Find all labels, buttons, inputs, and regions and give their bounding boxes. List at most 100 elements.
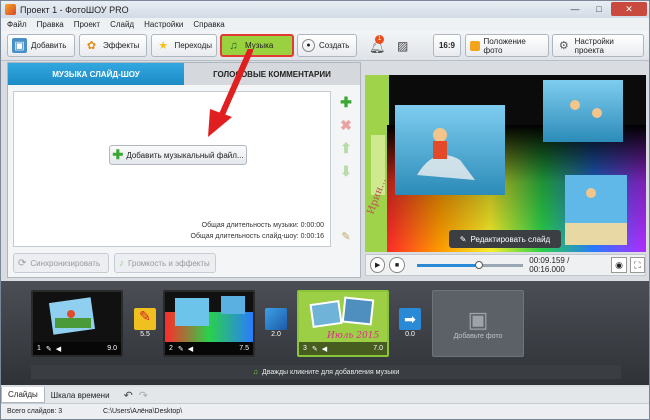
window-title: Проект 1 - ФотоШОУ PRO xyxy=(20,4,129,15)
view-tabs: Слайды Шкала времени ↶ ↷ xyxy=(1,387,649,403)
playback-controls: ▶ ■ 00:09.159 / 00:16.000 ◉ ⛶ xyxy=(365,254,646,276)
arrow-right-icon: ➡ xyxy=(404,311,416,327)
close-button[interactable]: ✕ xyxy=(611,2,647,16)
transition-thumbnail[interactable] xyxy=(265,308,287,330)
main-toolbar: ▣ Добавить ✿ Эффекты ★ Переходы ♫ Музыка… xyxy=(1,31,649,61)
redo-icon[interactable]: ↷ xyxy=(139,389,148,402)
effects-label: Эффекты xyxy=(103,41,140,50)
pencil-icon: ✎ xyxy=(459,234,467,244)
create-tab-button[interactable]: ● Создать xyxy=(297,34,357,57)
preview-panel: Ирин... ✎ Редактировать слайд ▶ ■ 00:09.… xyxy=(365,62,646,278)
edit-slide-label: Редактировать слайд xyxy=(470,234,551,244)
fullscreen-icon[interactable]: ⛶ xyxy=(629,257,646,273)
music-panel: МУЗЫКА СЛАЙД-ШОУ ГОЛОСОВЫЕ КОММЕНТАРИИ ✚… xyxy=(7,62,361,278)
volume-effects-button[interactable]: ♪ Громкость и эффекты xyxy=(114,253,216,273)
music-list: ✚ Добавить музыкальный файл... Общая дли… xyxy=(13,91,331,247)
sound-icon[interactable]: ◀ xyxy=(188,345,193,353)
snapshot-icon[interactable]: ◉ xyxy=(611,257,627,273)
slide-thumbnail-selected[interactable]: Июль 2015 3 ✎ ◀ 7.0 xyxy=(297,290,389,357)
music-note-icon: ♫ xyxy=(252,368,258,376)
sync-label: Синхронизировать xyxy=(30,258,101,268)
transition-thumbnail[interactable]: ✎ xyxy=(134,308,156,330)
slide-image xyxy=(165,296,253,342)
edit-icon[interactable]: ✎ xyxy=(46,345,52,353)
add-track-icon[interactable]: ✚ xyxy=(338,94,354,110)
slide-count: Всего слайдов: 3 xyxy=(7,408,63,415)
move-down-icon[interactable]: ⬇ xyxy=(338,163,354,179)
add-label: Добавить xyxy=(31,41,67,50)
seek-handle[interactable] xyxy=(474,260,483,269)
slide-timeline: 1 ✎ ◀ 9.0 ✎ 5.5 2 ✎ ◀ 7.5 2.0 Июль 2015 3 ✎ ◀ 7.0… xyxy=(1,281,649,385)
tab-music-slideshow[interactable]: МУЗЫКА СЛАЙД-ШОУ xyxy=(8,63,184,85)
aspect-ratio-button[interactable]: 16:9 xyxy=(433,34,461,57)
add-music-label: Добавить музыкальный файл... xyxy=(126,150,244,160)
slideshow-duration: Общая длительность слайд-шоу: 0:00:16 xyxy=(190,233,324,240)
volume-icon: ♪ xyxy=(119,257,124,269)
transition-duration: 5.5 xyxy=(140,331,150,338)
image-placeholder-icon: ▣ xyxy=(467,307,489,332)
add-photo-placeholder[interactable]: ▣ Добавьте фото xyxy=(432,290,524,357)
project-settings-label: Настройки проекта xyxy=(574,36,614,55)
create-label: Создать xyxy=(319,41,350,50)
effects-tab-button[interactable]: ✿ Эффекты xyxy=(79,34,147,57)
slide-number: 2 xyxy=(169,345,173,352)
title-bar: Проект 1 - ФотоШОУ PRO — □ ✕ xyxy=(1,1,649,18)
add-music-button[interactable]: ✚ Добавить музыкальный файл... xyxy=(109,145,247,165)
menu-settings[interactable]: Настройки xyxy=(144,20,183,29)
seek-bar[interactable] xyxy=(416,260,524,269)
slide-duration: 7.5 xyxy=(239,345,249,352)
menu-help[interactable]: Справка xyxy=(193,20,224,29)
tab-slides[interactable]: Слайды xyxy=(1,387,45,403)
menu-slide[interactable]: Слайд xyxy=(110,20,134,29)
project-path: C:\Users\Алёна\Desktop\ xyxy=(103,408,183,415)
play-button[interactable]: ▶ xyxy=(370,257,386,273)
tab-timeline[interactable]: Шкала времени xyxy=(45,387,116,403)
delete-track-icon[interactable]: ✖ xyxy=(338,117,354,133)
menu-project[interactable]: Проект xyxy=(74,20,100,29)
feather-icon: ✎ xyxy=(139,308,151,324)
stop-button[interactable]: ■ xyxy=(389,257,405,273)
sync-button[interactable]: ⟳ Синхронизировать xyxy=(13,253,109,273)
film-reel-icon: ● xyxy=(302,39,315,52)
move-up-icon[interactable]: ⬆ xyxy=(338,140,354,156)
time-display: 00:09.159 / 00:16.000 xyxy=(529,256,570,274)
slide-preview: Ирин... ✎ Редактировать слайд xyxy=(365,75,646,252)
photo-icon: ▣ xyxy=(12,38,27,53)
undo-icon[interactable]: ↶ xyxy=(124,389,133,402)
slide-number: 3 xyxy=(303,345,307,352)
plus-icon: ✚ xyxy=(112,147,124,162)
add-photo-label: Добавьте фото xyxy=(453,333,503,340)
gallery-icon[interactable]: ▨ xyxy=(397,39,408,53)
sync-icon: ⟳ xyxy=(18,257,27,269)
menu-bar: Файл Правка Проект Слайд Настройки Справ… xyxy=(1,18,649,31)
maximize-button[interactable]: □ xyxy=(587,2,611,16)
preview-image: Ирин... xyxy=(365,75,646,252)
slide-thumbnail[interactable]: 1 ✎ ◀ 9.0 xyxy=(31,290,123,357)
palette-icon: ✿ xyxy=(86,40,97,52)
menu-edit[interactable]: Правка xyxy=(37,20,64,29)
transition-thumbnail[interactable]: ➡ xyxy=(399,308,421,330)
transition-duration: 0.0 xyxy=(405,331,415,338)
slide-image: Июль 2015 xyxy=(309,296,379,341)
photo-position-button[interactable]: Положение фото xyxy=(465,34,549,57)
app-icon xyxy=(5,4,16,15)
slide-duration: 7.0 xyxy=(373,345,383,352)
sound-icon[interactable]: ◀ xyxy=(322,345,327,353)
music-track[interactable]: ♫ Дважды кликните для добавления музыки xyxy=(31,365,621,379)
slide-duration: 9.0 xyxy=(107,345,117,352)
edit-track-icon[interactable]: ✎ xyxy=(338,228,354,244)
music-duration: Общая длительность музыки: 0:00:00 xyxy=(201,222,324,229)
sound-icon[interactable]: ◀ xyxy=(56,345,61,353)
photo-position-icon xyxy=(470,40,480,51)
edit-icon[interactable]: ✎ xyxy=(312,345,318,353)
slide-image xyxy=(48,297,96,335)
slide-caption: Июль 2015 xyxy=(326,331,379,341)
project-settings-button[interactable]: ⚙ Настройки проекта xyxy=(552,34,644,57)
edit-icon[interactable]: ✎ xyxy=(178,345,184,353)
menu-file[interactable]: Файл xyxy=(7,20,27,29)
minimize-button[interactable]: — xyxy=(563,2,587,16)
slide-thumbnail[interactable]: 2 ✎ ◀ 7.5 xyxy=(163,290,255,357)
add-tab-button[interactable]: ▣ Добавить xyxy=(7,34,75,57)
edit-slide-button[interactable]: ✎ Редактировать слайд xyxy=(449,230,561,248)
annotation-arrow xyxy=(208,49,253,137)
